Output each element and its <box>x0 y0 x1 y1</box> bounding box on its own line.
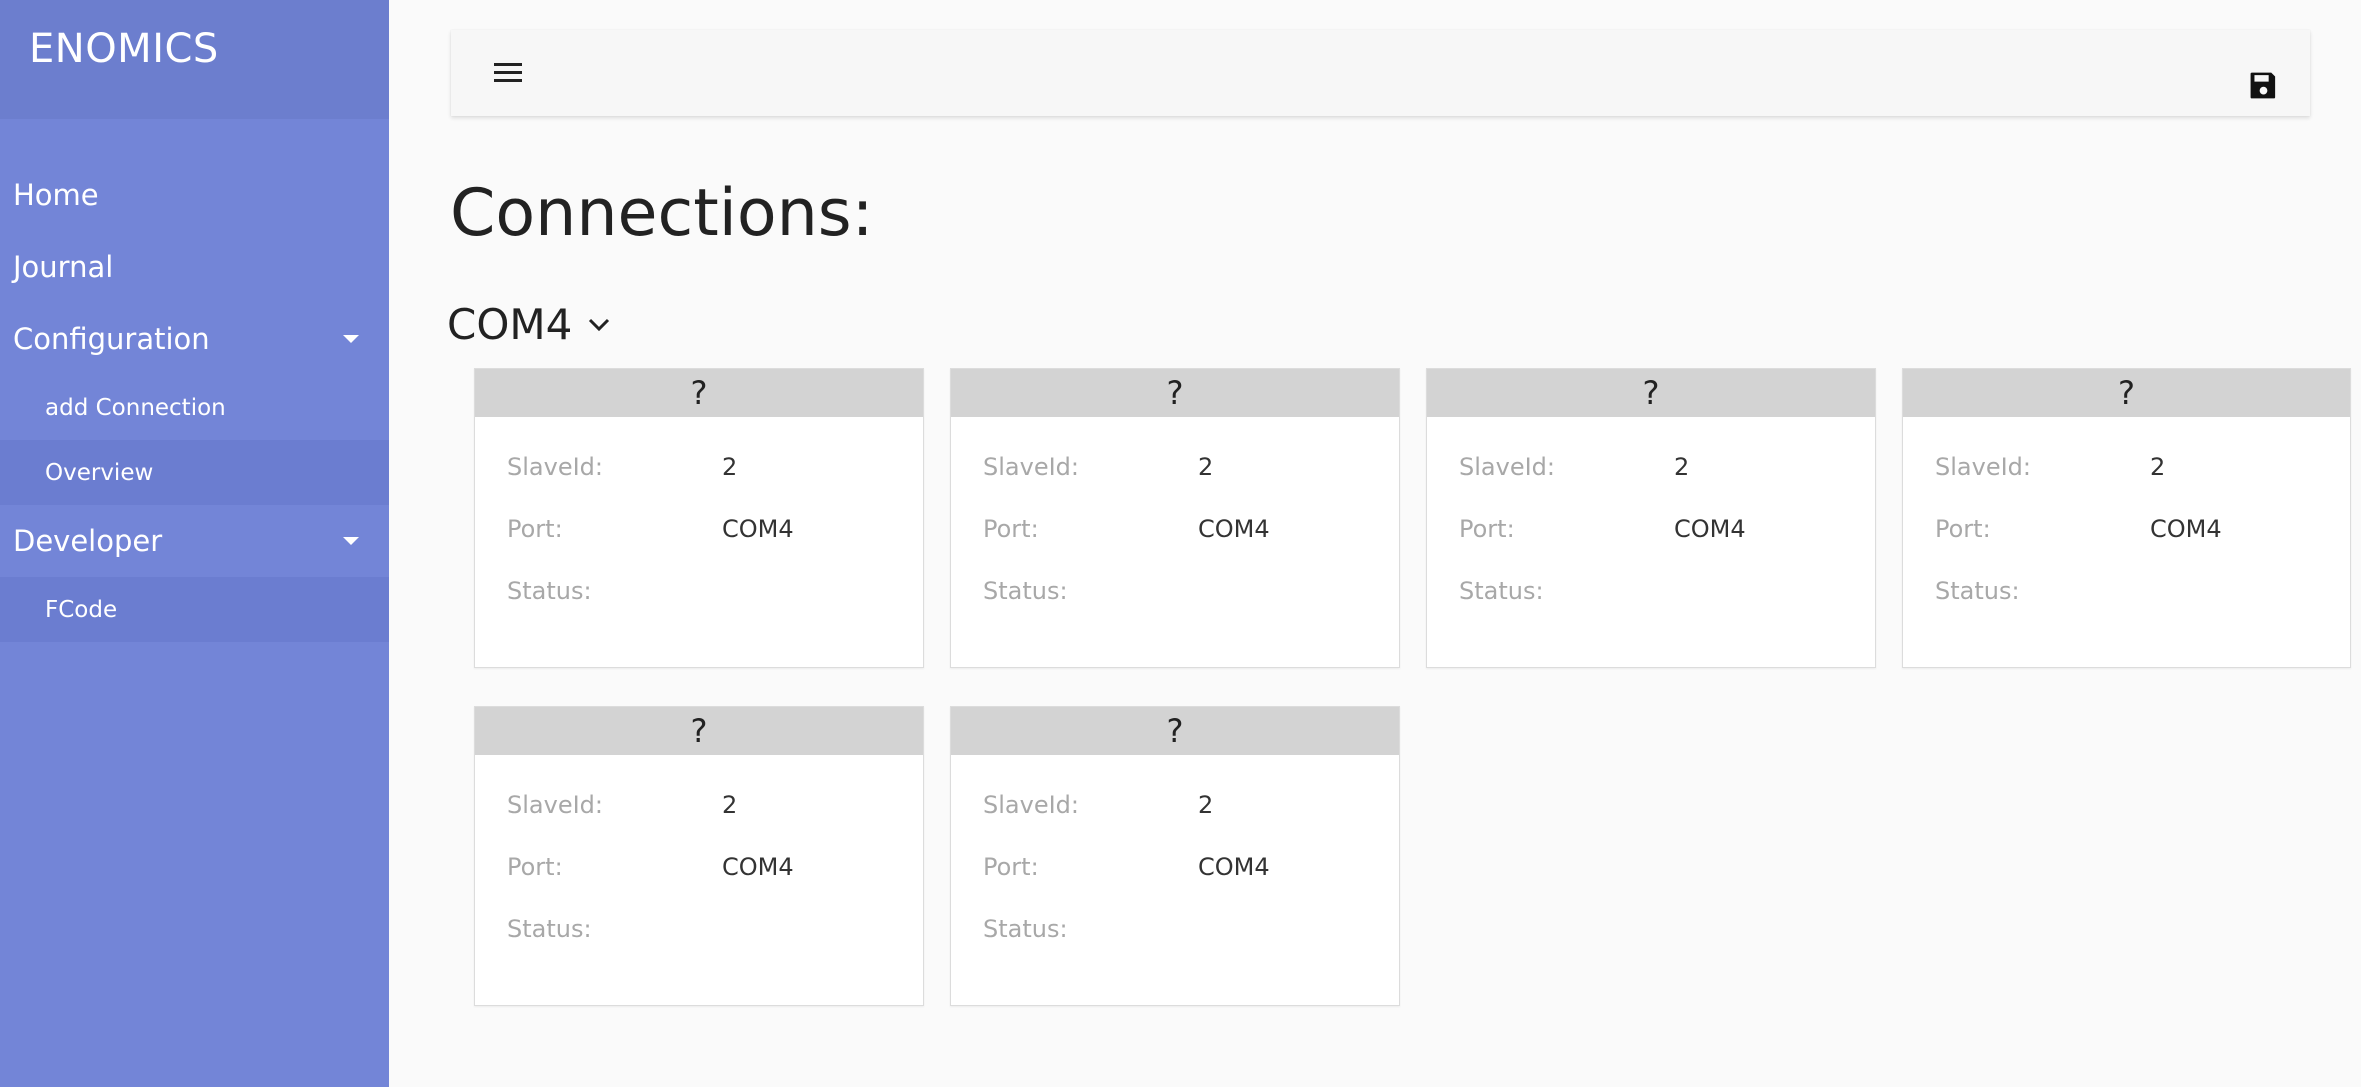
status-label: Status: <box>1935 577 2020 605</box>
status-label: Status: <box>983 915 1068 943</box>
slave-id-value: 2 <box>2150 453 2166 481</box>
sidebar-item-label: Developer <box>13 524 163 558</box>
top-toolbar <box>451 30 2310 116</box>
connection-card[interactable]: ? SlaveId: 2 Port: COM4 Status: <box>1426 368 1876 668</box>
card-row-status: Status: <box>475 560 923 622</box>
connection-card[interactable]: ? SlaveId: 2 Port: COM4 Status: <box>1902 368 2351 668</box>
card-row-status: Status: <box>475 898 923 960</box>
slave-id-label: SlaveId: <box>507 453 603 481</box>
status-label: Status: <box>1459 577 1544 605</box>
sidebar-brand: ENOMICS <box>0 0 389 119</box>
port-label: Port: <box>507 515 563 543</box>
sidebar-item-home[interactable]: Home <box>0 159 389 231</box>
sidebar: ENOMICS Home Journal Configuration add C… <box>0 0 389 1087</box>
port-value: COM4 <box>1198 853 1270 881</box>
port-value: COM4 <box>1198 515 1270 543</box>
chevron-down-icon[interactable] <box>588 318 610 332</box>
port-value: COM4 <box>722 515 794 543</box>
card-title: ? <box>1427 369 1875 417</box>
port-value: COM4 <box>722 853 794 881</box>
connection-card[interactable]: ? SlaveId: 2 Port: COM4 Status: <box>474 706 924 1006</box>
sidebar-item-label: Journal <box>13 250 114 284</box>
card-row-slave-id: SlaveId: 2 <box>951 774 1399 836</box>
slave-id-label: SlaveId: <box>983 453 1079 481</box>
status-label: Status: <box>983 577 1068 605</box>
card-row-status: Status: <box>1903 560 2350 622</box>
sidebar-subitem-label: Overview <box>45 459 154 486</box>
port-value: COM4 <box>2150 515 2222 543</box>
slave-id-value: 2 <box>722 791 738 819</box>
sidebar-subitem-label: FCode <box>45 596 118 623</box>
slave-id-value: 2 <box>1198 791 1214 819</box>
port-label: Port: <box>1935 515 1991 543</box>
card-row-port: Port: COM4 <box>1903 498 2350 560</box>
brand-logo-text[interactable]: ENOMICS <box>29 26 219 72</box>
card-row-status: Status: <box>951 898 1399 960</box>
connection-card[interactable]: ? SlaveId: 2 Port: COM4 Status: <box>950 706 1400 1006</box>
connection-card[interactable]: ? SlaveId: 2 Port: COM4 Status: <box>950 368 1400 668</box>
sidebar-nav: Home Journal Configuration add Connectio… <box>0 159 389 642</box>
slave-id-label: SlaveId: <box>507 791 603 819</box>
card-title: ? <box>475 707 923 755</box>
sidebar-item-journal[interactable]: Journal <box>0 231 389 303</box>
card-row-port: Port: COM4 <box>951 836 1399 898</box>
status-label: Status: <box>507 915 592 943</box>
sidebar-item-configuration[interactable]: Configuration <box>0 303 389 375</box>
slave-id-value: 2 <box>1674 453 1690 481</box>
slave-id-label: SlaveId: <box>1935 453 2031 481</box>
caret-down-icon <box>343 335 359 343</box>
port-label: Port: <box>1459 515 1515 543</box>
sidebar-item-label: Home <box>13 178 99 212</box>
card-row-slave-id: SlaveId: 2 <box>1427 436 1875 498</box>
card-title: ? <box>951 707 1399 755</box>
sidebar-subitem-overview[interactable]: Overview <box>0 440 389 505</box>
slave-id-label: SlaveId: <box>1459 453 1555 481</box>
connection-card[interactable]: ? SlaveId: 2 Port: COM4 Status: <box>474 368 924 668</box>
caret-down-icon <box>343 537 359 545</box>
card-row-port: Port: COM4 <box>475 498 923 560</box>
card-row-slave-id: SlaveId: 2 <box>951 436 1399 498</box>
card-row-slave-id: SlaveId: 2 <box>475 774 923 836</box>
card-title: ? <box>1903 369 2350 417</box>
card-title: ? <box>951 369 1399 417</box>
card-row-port: Port: COM4 <box>1427 498 1875 560</box>
card-row-port: Port: COM4 <box>951 498 1399 560</box>
connection-group-title: COM4 <box>447 300 573 349</box>
sidebar-item-label: Configuration <box>13 322 210 356</box>
card-title: ? <box>475 369 923 417</box>
floppy-disk-icon[interactable] <box>2248 70 2279 101</box>
port-label: Port: <box>983 515 1039 543</box>
card-row-port: Port: COM4 <box>475 836 923 898</box>
card-row-status: Status: <box>1427 560 1875 622</box>
hamburger-menu-icon[interactable] <box>494 63 522 83</box>
sidebar-subitem-add-connection[interactable]: add Connection <box>0 375 389 440</box>
card-row-status: Status: <box>951 560 1399 622</box>
slave-id-value: 2 <box>722 453 738 481</box>
status-label: Status: <box>507 577 592 605</box>
port-value: COM4 <box>1674 515 1746 543</box>
card-row-slave-id: SlaveId: 2 <box>1903 436 2350 498</box>
port-label: Port: <box>983 853 1039 881</box>
connection-group-header[interactable]: COM4 <box>447 300 610 349</box>
port-label: Port: <box>507 853 563 881</box>
sidebar-item-developer[interactable]: Developer <box>0 505 389 577</box>
slave-id-value: 2 <box>1198 453 1214 481</box>
page-title: Connections: <box>450 176 874 251</box>
slave-id-label: SlaveId: <box>983 791 1079 819</box>
card-row-slave-id: SlaveId: 2 <box>475 436 923 498</box>
sidebar-subitem-fcode[interactable]: FCode <box>0 577 389 642</box>
sidebar-subitem-label: add Connection <box>45 394 226 421</box>
